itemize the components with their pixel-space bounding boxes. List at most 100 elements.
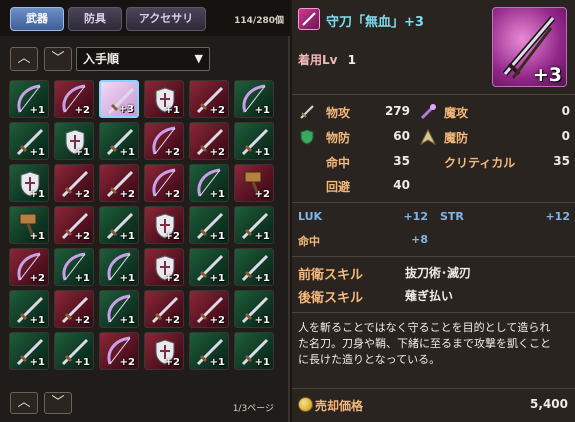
- enhancement-badge: +1: [119, 315, 135, 326]
- up-chevron-icon: ︿: [17, 395, 31, 410]
- enhancement-badge: +1: [29, 231, 45, 242]
- tab-armor[interactable]: 防具: [68, 7, 122, 31]
- inventory-slot[interactable]: +1: [234, 80, 274, 118]
- item-description: 人を斬ることではなく守ることを目的として造られ た名刀。刀身や鞘、下緒に至るまで…: [298, 321, 551, 366]
- inventory-slot[interactable]: +1: [234, 122, 274, 160]
- sort-up-button[interactable]: ︿: [10, 47, 38, 71]
- enhancement-badge: +1: [74, 147, 90, 158]
- enhancement-badge: +2: [164, 273, 180, 284]
- skill-back: 後衛スキル 薙ぎ払い: [298, 289, 454, 306]
- inventory-slot[interactable]: +2: [189, 122, 229, 160]
- inventory-count: 114/280個: [234, 16, 284, 26]
- inventory-slot[interactable]: +1: [9, 290, 49, 328]
- magic-defense-icon: [419, 128, 437, 146]
- inventory-slot[interactable]: +2: [54, 80, 94, 118]
- sort-dropdown[interactable]: 入手順 ▼: [76, 47, 210, 71]
- inventory-slot[interactable]: +1: [234, 290, 274, 328]
- inventory-slot[interactable]: +1: [9, 80, 49, 118]
- up-chevron-icon: ︿: [17, 51, 31, 66]
- inventory-slot[interactable]: +1: [54, 122, 94, 160]
- inventory-slot[interactable]: +2: [144, 164, 184, 202]
- bonus-str: STR +12: [440, 210, 570, 223]
- sword-icon: [298, 8, 320, 30]
- inventory-slot[interactable]: +2: [234, 164, 274, 202]
- inventory-slot[interactable]: +2: [144, 290, 184, 328]
- inventory-slot[interactable]: +1: [9, 206, 49, 244]
- enhancement-badge: +1: [254, 105, 270, 116]
- inventory-slot[interactable]: +2: [54, 164, 94, 202]
- inventory-slot[interactable]: +2: [189, 290, 229, 328]
- enhancement-badge: +2: [74, 189, 90, 200]
- inventory-slot[interactable]: +2: [9, 248, 49, 286]
- inventory-slot[interactable]: +2: [144, 206, 184, 244]
- inventory-panel: 武器 防具 アクセサリ 114/280個 ︿ ﹀ 入手順 ▼ +1 +2 +3 +1 +…: [0, 0, 290, 422]
- enhancement-badge: +2: [74, 315, 90, 326]
- stat-mag-atk: 魔攻 0: [444, 104, 570, 120]
- inventory-slot[interactable]: +2: [54, 206, 94, 244]
- sort-down-button[interactable]: ﹀: [44, 47, 72, 71]
- enhancement-badge: +1: [119, 273, 135, 284]
- tab-accessories[interactable]: アクセサリ: [126, 7, 206, 31]
- enhancement-badge: +2: [74, 231, 90, 242]
- sword-stat-icon: [300, 105, 314, 119]
- inventory-slot[interactable]: +3: [99, 80, 139, 118]
- inventory-slot[interactable]: +2: [144, 332, 184, 370]
- page-indicator: 1/3ページ: [232, 404, 274, 414]
- inventory-slot[interactable]: +1: [189, 248, 229, 286]
- enhancement-badge: +1: [119, 231, 135, 242]
- stat-evade: 回避 40: [326, 178, 410, 194]
- inventory-slot[interactable]: +1: [9, 122, 49, 160]
- enhancement-badge: +2: [74, 105, 90, 116]
- enhancement-badge: +1: [164, 105, 180, 116]
- divider: [292, 312, 575, 313]
- inventory-slot[interactable]: +1: [234, 206, 274, 244]
- inventory-slot[interactable]: +2: [54, 290, 94, 328]
- coin-icon: [298, 397, 313, 412]
- enhancement-badge: +1: [74, 273, 90, 284]
- wand-icon: [420, 104, 436, 120]
- inventory-slot[interactable]: +1: [189, 206, 229, 244]
- inventory-slot[interactable]: +1: [234, 332, 274, 370]
- enhancement-badge: +2: [164, 231, 180, 242]
- divider: [292, 256, 575, 257]
- enhancement-badge: +1: [254, 357, 270, 368]
- enhancement-badge: +1: [209, 357, 225, 368]
- inventory-slot[interactable]: +2: [99, 332, 139, 370]
- enhancement-badge: +1: [254, 231, 270, 242]
- enhancement-badge: +1: [29, 105, 45, 116]
- inventory-slot[interactable]: +1: [9, 164, 49, 202]
- enhancement-badge: +1: [254, 273, 270, 284]
- page-down-button[interactable]: ﹀: [44, 392, 72, 414]
- enhancement-badge: +2: [164, 315, 180, 326]
- tab-weapons[interactable]: 武器: [10, 7, 64, 31]
- divider: [292, 388, 575, 389]
- equip-level-label: 着用Lv: [298, 53, 338, 67]
- inventory-slot[interactable]: +1: [54, 248, 94, 286]
- inventory-slot[interactable]: +1: [9, 332, 49, 370]
- inventory-slot[interactable]: +2: [144, 122, 184, 160]
- inventory-slot[interactable]: +1: [99, 290, 139, 328]
- inventory-slot[interactable]: +1: [54, 332, 94, 370]
- inventory-slot[interactable]: +1: [189, 164, 229, 202]
- inventory-slot[interactable]: +2: [99, 164, 139, 202]
- chevron-down-icon: ▼: [194, 52, 203, 65]
- inventory-slot[interactable]: +1: [144, 80, 184, 118]
- inventory-slot[interactable]: +1: [189, 332, 229, 370]
- enhancement-badge: +2: [119, 357, 135, 368]
- enhancement-badge: +2: [209, 315, 225, 326]
- inventory-slot[interactable]: +2: [144, 248, 184, 286]
- inventory-slot[interactable]: +1: [99, 248, 139, 286]
- down-chevron-icon: ﹀: [51, 51, 65, 66]
- enhancement-badge: +1: [29, 189, 45, 200]
- enhancement-badge: +2: [29, 273, 45, 284]
- item-grid: +1 +2 +3 +1 +2 +1 +1 +1 +1 +2 +2 +1 +1 +2 +2 +2 +1 +2 +1 +2…: [9, 80, 281, 376]
- stat-mag-def: 魔防 0: [444, 129, 570, 145]
- page-up-button[interactable]: ︿: [10, 392, 38, 414]
- inventory-slot[interactable]: +1: [99, 122, 139, 160]
- stat-phys-atk: 物攻 279: [326, 104, 410, 120]
- enhancement-badge: +1: [119, 147, 135, 158]
- inventory-slot[interactable]: +1: [99, 206, 139, 244]
- inventory-slot[interactable]: +1: [234, 248, 274, 286]
- enhancement-badge: +3: [118, 104, 134, 115]
- inventory-slot[interactable]: +2: [189, 80, 229, 118]
